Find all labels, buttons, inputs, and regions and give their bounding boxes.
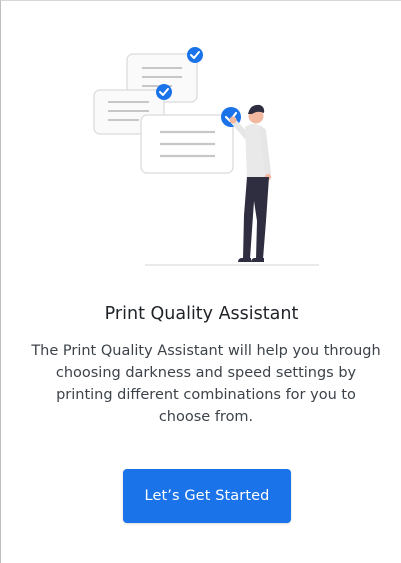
print-quality-illustration (93, 47, 319, 266)
dialog-title: Print Quality Assistant (104, 304, 299, 324)
get-started-button[interactable]: Let’s Get Started (123, 469, 291, 523)
person-figure (229, 104, 272, 262)
document-card-icon (140, 114, 234, 174)
assistant-panel: Print Quality Assistant The Print Qualit… (0, 0, 401, 563)
checkmark-icon (187, 47, 203, 63)
checkmark-icon (156, 84, 172, 100)
dialog-description: The Print Quality Assistant will help yo… (31, 343, 381, 425)
